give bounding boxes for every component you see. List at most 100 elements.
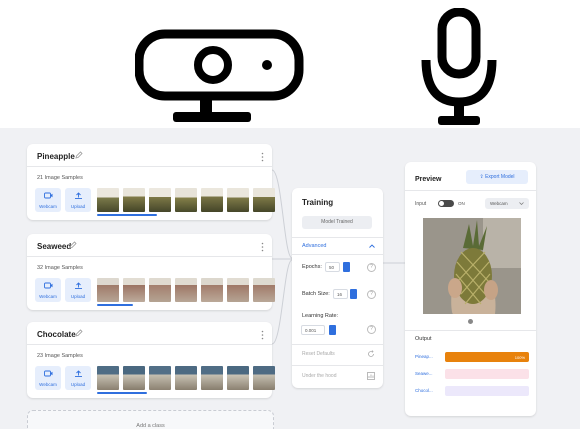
reset-defaults-button[interactable]: Reset Defaults: [302, 351, 335, 357]
kebab-menu-icon[interactable]: [261, 330, 264, 340]
sample-thumbnail[interactable]: [201, 188, 223, 212]
sample-thumbnail[interactable]: [97, 366, 119, 390]
source-value: Webcam: [490, 201, 508, 206]
sample-count: 23 Image Samples: [37, 353, 83, 359]
learning-rate-input[interactable]: 0.001: [301, 325, 325, 335]
divider: [292, 237, 383, 238]
upload-label: Upload: [70, 294, 86, 299]
class-name[interactable]: Pineapple: [37, 152, 75, 161]
sample-thumbnail[interactable]: [227, 278, 249, 302]
sample-thumbnail[interactable]: [253, 188, 275, 212]
class-card-chocolate: Chocolate 23 Image Samples Webcam Upload: [27, 322, 275, 398]
output-bar-track: 100%: [445, 352, 529, 362]
add-class-label: Add a class: [136, 423, 165, 429]
upload-button[interactable]: Upload: [65, 188, 91, 212]
webcam-label: Webcam: [39, 294, 57, 299]
pencil-icon[interactable]: [75, 151, 83, 159]
upload-icon: [75, 370, 82, 377]
sample-thumbnail[interactable]: [253, 278, 275, 302]
upload-button[interactable]: Upload: [65, 366, 91, 390]
reset-icon[interactable]: [367, 350, 375, 358]
training-title: Training: [302, 198, 334, 207]
kebab-menu-icon[interactable]: [261, 152, 264, 162]
sample-thumbnail[interactable]: [175, 366, 197, 390]
sample-thumbnail[interactable]: [201, 366, 223, 390]
learning-rate-value: 0.001: [305, 328, 317, 333]
help-icon[interactable]: ?: [367, 325, 376, 334]
train-model-button[interactable]: Model Trained: [302, 216, 372, 229]
sample-thumbnail[interactable]: [201, 278, 223, 302]
add-class-button[interactable]: Add a class: [27, 410, 274, 429]
webcam-label: Webcam: [39, 382, 57, 387]
class-name[interactable]: Seaweed: [37, 242, 71, 251]
class-name[interactable]: Chocolate: [37, 330, 76, 339]
sample-thumbnail[interactable]: [227, 366, 249, 390]
sample-count: 21 Image Samples: [37, 175, 83, 181]
input-label: Input: [415, 201, 427, 207]
sample-thumbnail[interactable]: [123, 278, 145, 302]
sample-thumbnail[interactable]: [123, 188, 145, 212]
chart-icon[interactable]: [367, 372, 375, 380]
sample-thumbnail[interactable]: [97, 278, 119, 302]
sample-thumbnail[interactable]: [253, 366, 275, 390]
pencil-icon[interactable]: [75, 329, 83, 337]
batch-size-value: 16: [337, 292, 343, 297]
class-card-pineapple: Pineapple 21 Image Samples Webcam Upload: [27, 144, 275, 220]
help-icon[interactable]: ?: [367, 263, 376, 272]
pencil-icon[interactable]: [69, 241, 77, 249]
export-label: Export Model: [485, 174, 515, 180]
webcam-label: Webcam: [39, 204, 57, 209]
source-select[interactable]: Webcam: [485, 198, 529, 209]
input-toggle[interactable]: [438, 200, 454, 207]
under-the-hood-button[interactable]: Under the hood: [302, 373, 336, 379]
sample-thumbnail[interactable]: [227, 188, 249, 212]
sample-thumbnail[interactable]: [175, 278, 197, 302]
upload-button[interactable]: Upload: [65, 278, 91, 302]
chevron-down-icon: [519, 202, 524, 205]
class-card-seaweed: Seaweed 32 Image Samples Webcam Upload: [27, 234, 275, 310]
upload-icon: [75, 192, 82, 199]
learning-rate-stepper[interactable]: [329, 325, 336, 335]
sample-thumbnail[interactable]: [123, 366, 145, 390]
divider: [292, 365, 383, 366]
sample-thumbnail[interactable]: [97, 188, 119, 212]
capture-indicator: [468, 319, 473, 324]
help-icon[interactable]: ?: [367, 290, 376, 299]
webcam-feed: [423, 218, 521, 314]
batch-size-select[interactable]: 16: [333, 289, 348, 299]
chevron-up-icon[interactable]: [369, 244, 375, 248]
pineapple-preview-image: [423, 218, 521, 314]
divider: [27, 344, 272, 345]
kebab-menu-icon[interactable]: [261, 242, 264, 252]
icon-banner: [0, 0, 580, 128]
output-label-seaweed: Seawe...: [415, 371, 433, 376]
output-label-pineapple: Pineap...: [415, 354, 433, 359]
webcam-icon: [135, 29, 304, 122]
sample-thumbnail[interactable]: [149, 366, 171, 390]
advanced-toggle[interactable]: Advanced: [302, 243, 326, 249]
export-model-button[interactable]: ⇪ Export Model: [466, 170, 528, 184]
sample-thumbnail[interactable]: [149, 188, 171, 212]
epochs-stepper[interactable]: [343, 262, 350, 272]
preview-title: Preview: [415, 176, 442, 183]
webcam-button[interactable]: Webcam: [35, 278, 61, 302]
scroll-indicator: [97, 214, 157, 216]
epochs-input[interactable]: 50: [325, 262, 340, 272]
epochs-value: 50: [329, 265, 335, 270]
microphone-icon: [421, 8, 497, 125]
divider: [27, 256, 272, 257]
upload-icon: [75, 282, 82, 289]
scroll-indicator: [97, 304, 133, 306]
sample-thumbnail[interactable]: [149, 278, 171, 302]
upload-label: Upload: [70, 382, 86, 387]
video-camera-icon: [44, 192, 53, 199]
upload-label: Upload: [70, 204, 86, 209]
output-bar-chocolate: [445, 386, 529, 396]
webcam-button[interactable]: Webcam: [35, 366, 61, 390]
training-panel: Training Model Trained Advanced Epochs: …: [292, 188, 383, 388]
output-label-chocolate: Chocol...: [415, 388, 433, 393]
epochs-label: Epochs:: [302, 264, 322, 270]
webcam-button[interactable]: Webcam: [35, 188, 61, 212]
sample-thumbnail[interactable]: [175, 188, 197, 212]
batch-size-dropdown[interactable]: [350, 289, 357, 299]
